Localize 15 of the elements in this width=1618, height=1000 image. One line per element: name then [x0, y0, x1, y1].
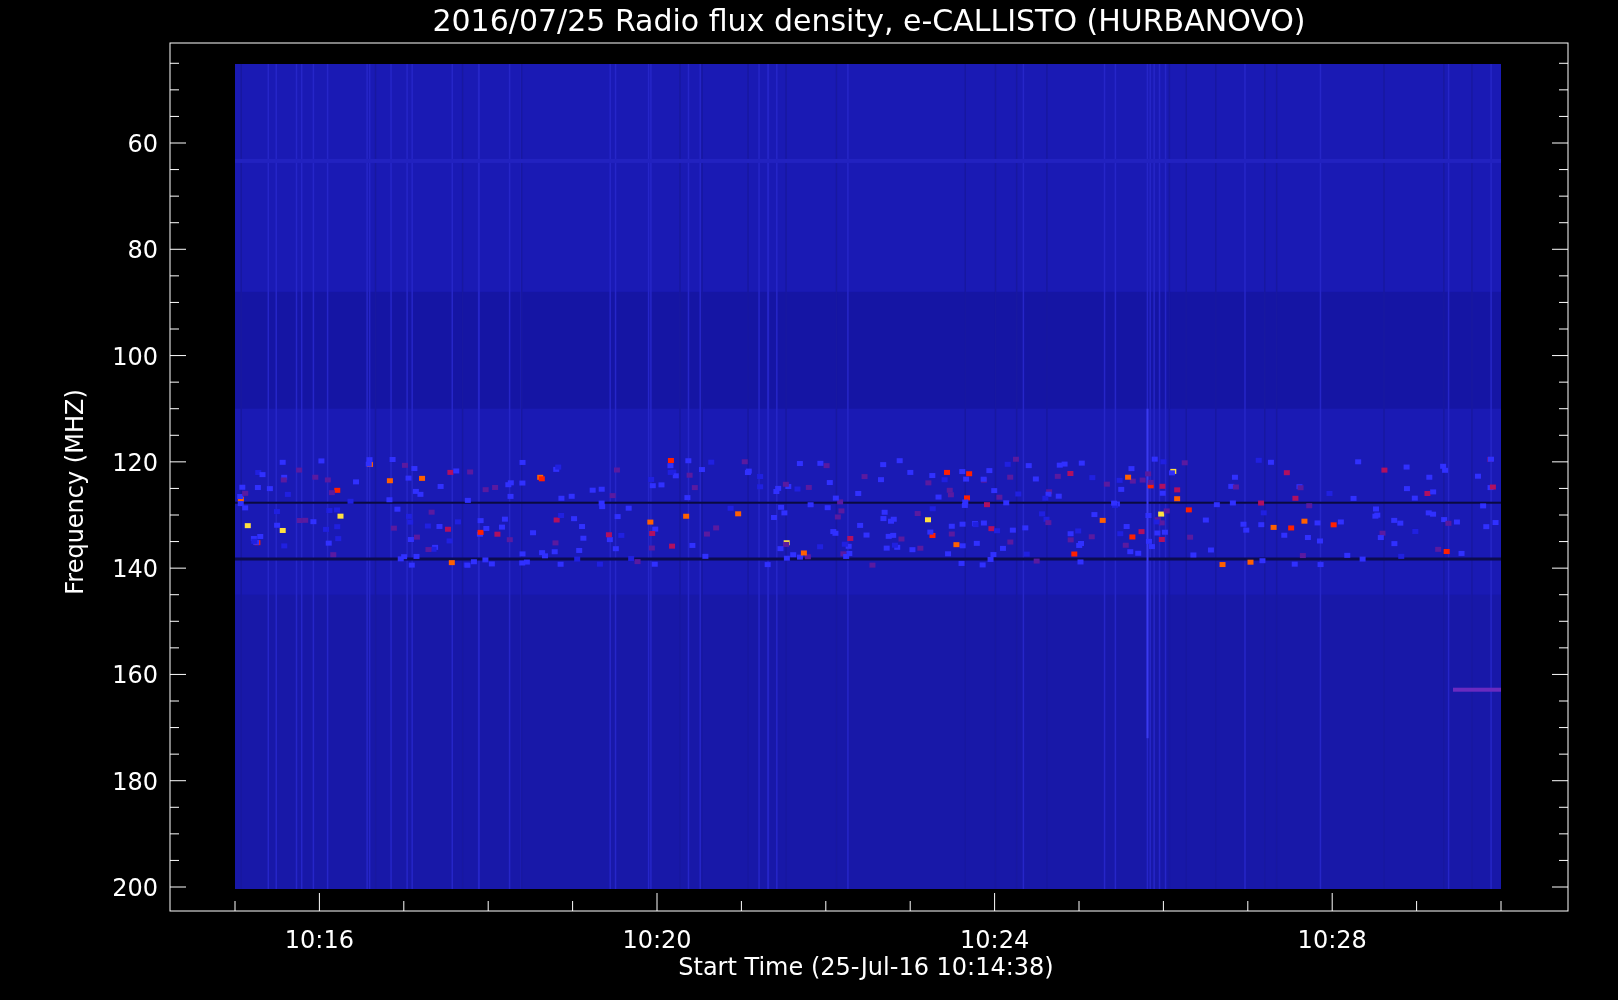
- y-axis-label: Frequency (MHZ): [61, 389, 89, 595]
- tick-label: 100: [112, 342, 158, 371]
- tick-label: 200: [112, 874, 158, 902]
- tick-label: 10:24: [960, 926, 1030, 954]
- tick-label: 10:20: [622, 926, 692, 954]
- tick-label: 180: [112, 767, 158, 796]
- chart-title: 2016/07/25 Radio flux density, e-CALLISTO (HURBANOVO): [432, 3, 1306, 38]
- tick-label: 120: [112, 448, 158, 477]
- tick-label: 140: [112, 555, 158, 584]
- tick-label: 60: [127, 130, 158, 158]
- tick-label: 10:28: [1297, 926, 1367, 954]
- tick-label: 160: [112, 661, 158, 690]
- tick-label: 10:16: [284, 926, 354, 954]
- x-axis-label: Start Time (25-Jul-16 10:14:38): [678, 953, 1054, 981]
- tick-label: 80: [127, 236, 158, 265]
